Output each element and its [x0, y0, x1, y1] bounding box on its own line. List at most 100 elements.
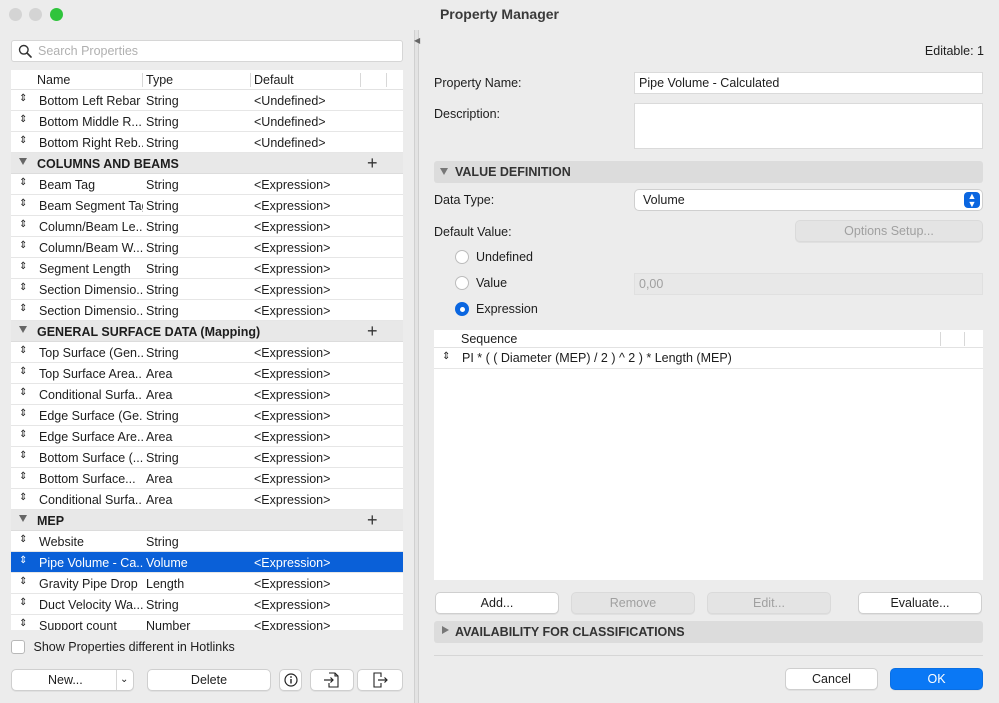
table-row[interactable]: ⇕ Edge Surface (Ge... String <Expression> — [11, 405, 403, 426]
table-row[interactable]: ⇕ Top Surface Area... Area <Expression> — [11, 363, 403, 384]
add-property-plus-icon[interactable]: + — [367, 153, 378, 173]
add-property-plus-icon[interactable]: + — [367, 321, 378, 341]
drag-handle-icon[interactable]: ⇕ — [19, 93, 27, 104]
drag-handle-icon[interactable]: ⇕ — [19, 618, 27, 629]
drag-handle-icon[interactable]: ⇕ — [19, 387, 27, 398]
table-row[interactable]: ⇕ Conditional Surfa... Area <Expression> — [11, 384, 403, 405]
group-header[interactable]: COLUMNS AND BEAMS + — [11, 153, 403, 174]
drag-handle-icon[interactable]: ⇕ — [19, 261, 27, 272]
property-name-cell: Top Surface (Gen... — [39, 346, 143, 360]
info-button[interactable] — [279, 669, 302, 691]
property-name-field[interactable]: Pipe Volume - Calculated — [634, 72, 983, 94]
import-button[interactable] — [310, 669, 354, 691]
radio-value[interactable] — [455, 276, 469, 290]
column-header-default[interactable]: Default — [254, 73, 294, 87]
add-property-plus-icon[interactable]: + — [367, 510, 378, 530]
value-definition-section[interactable]: VALUE DEFINITION — [434, 161, 983, 183]
data-type-select[interactable]: Volume ▲ ▼ — [634, 189, 983, 211]
drag-handle-icon[interactable]: ⇕ — [19, 534, 27, 545]
table-row[interactable]: ⇕ Bottom Middle R... String <Undefined> — [11, 111, 403, 132]
drag-handle-icon[interactable]: ⇕ — [19, 450, 27, 461]
chevron-down-icon[interactable]: ⌄ — [120, 670, 128, 690]
disclosure-down-icon[interactable] — [440, 168, 448, 175]
column-header-name[interactable]: Name — [37, 73, 70, 87]
table-row[interactable]: ⇕ Bottom Right Reb... String <Undefined> — [11, 132, 403, 153]
table-row[interactable]: ⇕ Column/Beam W... String <Expression> — [11, 237, 403, 258]
evaluate-button[interactable]: Evaluate... — [858, 592, 982, 614]
drag-handle-icon[interactable]: ⇕ — [19, 177, 27, 188]
table-row[interactable]: ⇕ Conditional Surfa... Area <Expression> — [11, 489, 403, 510]
description-field[interactable] — [634, 103, 983, 149]
table-row[interactable]: ⇕ Gravity Pipe Drop Length <Expression> — [11, 573, 403, 594]
new-button[interactable]: New... ⌄ — [11, 669, 134, 691]
group-header[interactable]: GENERAL SURFACE DATA (Mapping) + — [11, 321, 403, 342]
drag-handle-icon[interactable]: ⇕ — [19, 303, 27, 314]
zoom-window-button[interactable] — [50, 8, 63, 21]
table-row[interactable]: ⇕ Beam Tag String <Expression> — [11, 174, 403, 195]
minimize-window-button[interactable] — [29, 8, 42, 21]
drag-handle-icon[interactable]: ⇕ — [19, 282, 27, 293]
search-box[interactable] — [11, 40, 403, 62]
property-name-cell: Bottom Middle R... — [39, 115, 142, 129]
table-row[interactable]: ⇕ Bottom Left Rebar String <Undefined> — [11, 90, 403, 111]
sequence-column-header[interactable]: Sequence — [461, 332, 517, 346]
table-row[interactable]: ⇕ Beam Segment Tag String <Expression> — [11, 195, 403, 216]
drag-handle-icon[interactable]: ⇕ — [19, 492, 27, 503]
value-field-text: 0,00 — [639, 277, 664, 291]
close-window-button[interactable] — [9, 8, 22, 21]
drag-handle-icon[interactable]: ⇕ — [19, 597, 27, 608]
radio-undefined[interactable] — [455, 250, 469, 264]
property-type-cell: String — [146, 115, 179, 129]
drag-handle-icon[interactable]: ⇕ — [19, 114, 27, 125]
disclosure-right-icon[interactable] — [442, 626, 449, 634]
table-row[interactable]: ⇕ Column/Beam Le... String <Expression> — [11, 216, 403, 237]
radio-expression[interactable] — [455, 302, 469, 316]
drag-handle-icon[interactable]: ⇕ — [19, 408, 27, 419]
table-row[interactable]: ⇕ Edge Surface Are... Area <Expression> — [11, 426, 403, 447]
column-header-type[interactable]: Type — [146, 73, 173, 87]
table-row[interactable]: ⇕ Section Dimensio... String <Expression> — [11, 279, 403, 300]
table-row[interactable]: ⇕ Bottom Surface... Area <Expression> — [11, 468, 403, 489]
disclosure-down-icon[interactable] — [19, 158, 27, 165]
disclosure-down-icon[interactable] — [19, 326, 27, 333]
cancel-button[interactable]: Cancel — [785, 668, 878, 690]
table-row[interactable]: ⇕ Website String — [11, 531, 403, 552]
table-row[interactable]: ⇕ Segment Length String <Expression> — [11, 258, 403, 279]
property-default-cell: <Expression> — [254, 346, 331, 360]
property-type-cell: String — [146, 535, 179, 549]
table-row[interactable]: ⇕ Section Dimensio... String <Expression> — [11, 300, 403, 321]
table-row[interactable]: ⇕ Pipe Volume - Ca... Volume <Expression> — [11, 552, 403, 573]
drag-handle-icon[interactable]: ⇕ — [19, 576, 27, 587]
property-default-cell: <Undefined> — [254, 94, 326, 108]
table-row[interactable]: ⇕ Bottom Surface (... String <Expression> — [11, 447, 403, 468]
drag-handle-icon[interactable]: ⇕ — [19, 219, 27, 230]
options-setup-button[interactable]: Options Setup... — [795, 220, 983, 242]
drag-handle-icon[interactable]: ⇕ — [19, 345, 27, 356]
delete-button[interactable]: Delete — [147, 669, 271, 691]
table-row[interactable]: ⇕ Duct Velocity Wa... String <Expression> — [11, 594, 403, 615]
remove-button[interactable]: Remove — [571, 592, 695, 614]
ok-button[interactable]: OK — [890, 668, 983, 690]
disclosure-down-icon[interactable] — [19, 515, 27, 522]
property-list-pane: Name Type Default ⇕ Bottom Left Rebar Stri… — [0, 30, 414, 703]
drag-handle-icon[interactable]: ⇕ — [19, 135, 27, 146]
availability-section[interactable]: AVAILABILITY FOR CLASSIFICATIONS — [434, 621, 983, 643]
table-row[interactable]: ⇕ Support count Number <Expression> — [11, 615, 403, 630]
group-header[interactable]: MEP + — [11, 510, 403, 531]
drag-handle-icon[interactable]: ⇕ — [19, 240, 27, 251]
export-button[interactable] — [357, 669, 403, 691]
search-input[interactable] — [38, 43, 398, 59]
drag-handle-icon[interactable]: ⇕ — [19, 555, 27, 566]
show-hotlinks-option[interactable]: Show Properties different in Hotlinks — [11, 639, 235, 654]
sequence-row[interactable]: ⇕ PI * ( ( Diameter (MEP) / 2 ) ^ 2 ) * … — [434, 348, 983, 369]
table-row[interactable]: ⇕ Top Surface (Gen... String <Expression> — [11, 342, 403, 363]
drag-handle-icon[interactable]: ⇕ — [19, 198, 27, 209]
show-hotlinks-checkbox[interactable] — [11, 639, 25, 654]
edit-button[interactable]: Edit... — [707, 592, 831, 614]
drag-handle-icon[interactable]: ⇕ — [19, 471, 27, 482]
add-button[interactable]: Add... — [435, 592, 559, 614]
drag-handle-icon[interactable]: ⇕ — [19, 429, 27, 440]
drag-handle-icon[interactable]: ⇕ — [442, 351, 450, 362]
drag-handle-icon[interactable]: ⇕ — [19, 366, 27, 377]
property-name-cell: Bottom Surface... — [39, 472, 136, 486]
